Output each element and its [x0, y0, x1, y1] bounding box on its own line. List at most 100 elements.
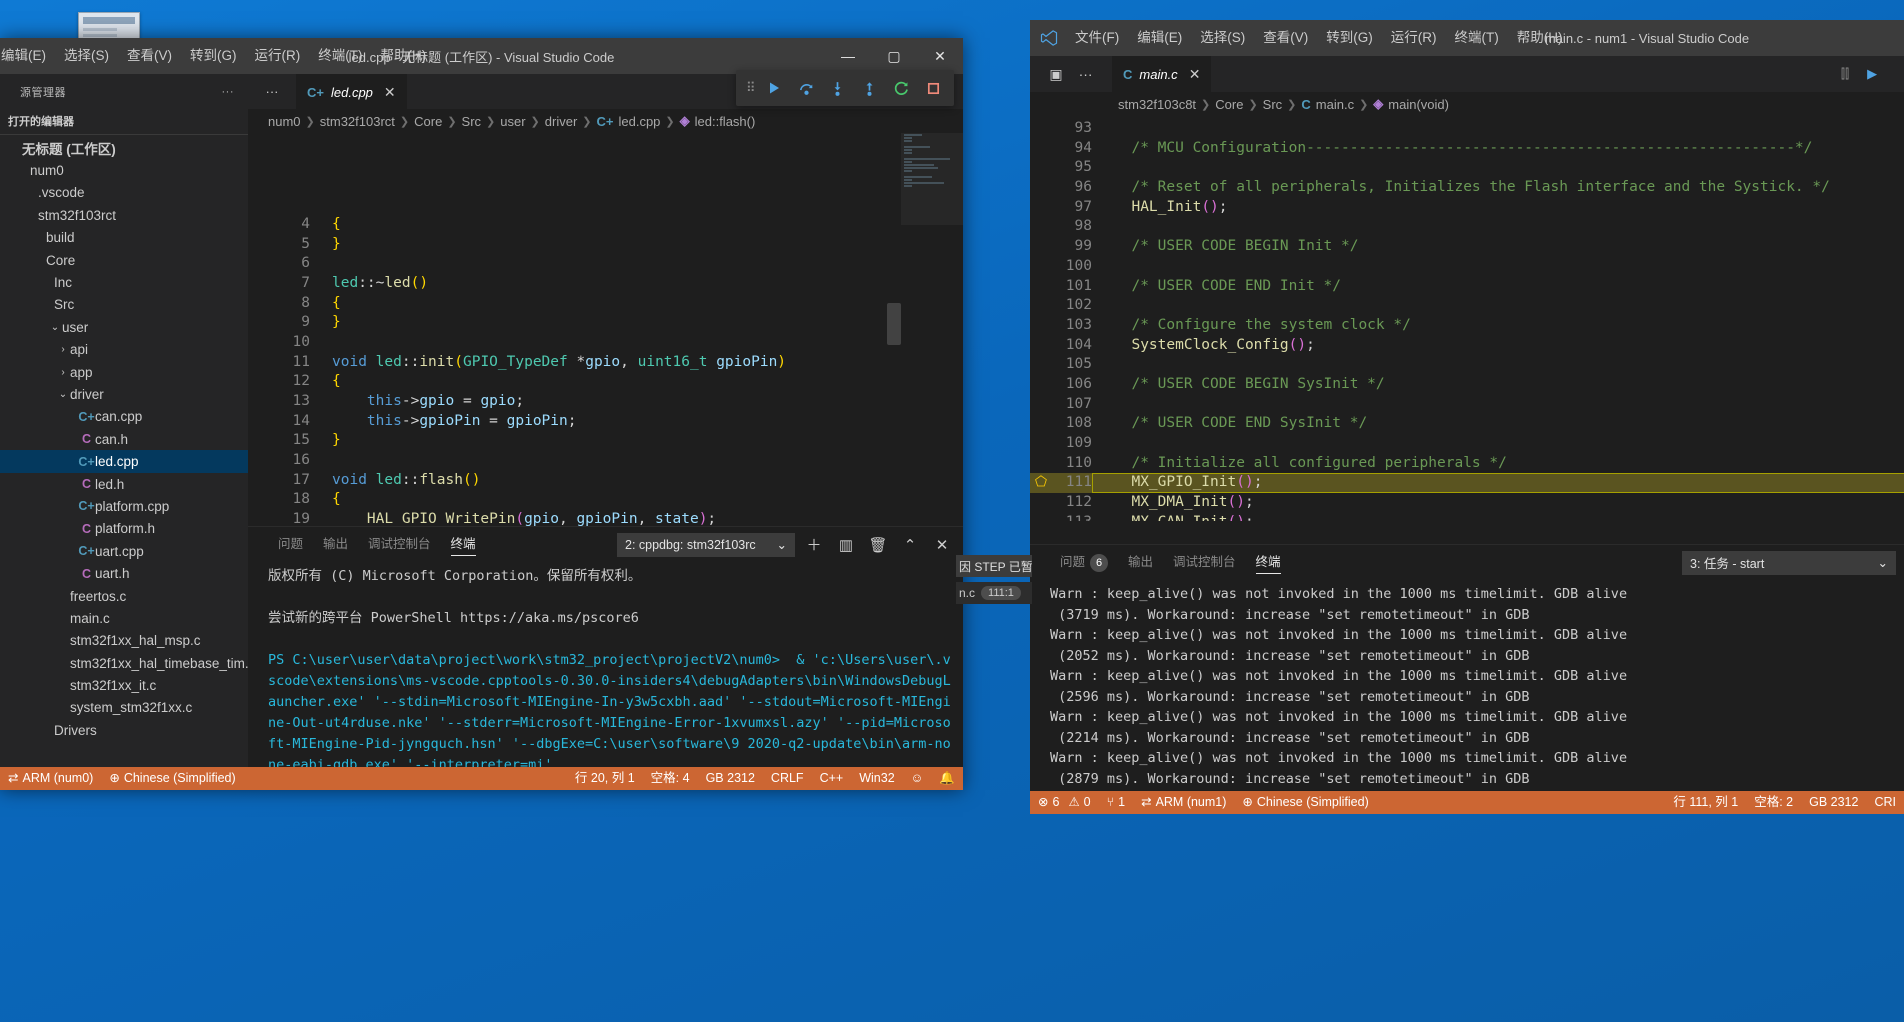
code-line[interactable]: 9} — [248, 313, 963, 333]
status-notifications[interactable]: 🔔 — [931, 767, 963, 790]
tree-item-core[interactable]: Core — [0, 249, 248, 271]
code-line[interactable]: 95 — [1030, 158, 1904, 178]
right-panel[interactable]: 问题 6 输出 调试控制台 终端 3: 任务 - start ⌄ Warn : k… — [1030, 544, 1904, 814]
status-ports[interactable]: ⑂ 1 — [1099, 791, 1133, 814]
split-terminal-button[interactable]: ▥ — [833, 532, 859, 558]
menu-run[interactable]: 运行(R) — [1382, 20, 1446, 56]
tree-item-led-h[interactable]: Cled.h — [0, 473, 248, 495]
panel-tab-debug-console[interactable]: 调试控制台 — [358, 527, 441, 562]
restart-button[interactable] — [887, 73, 917, 103]
right-breadcrumb[interactable]: stm32f103c8t ❯ Core ❯ Src ❯ C main.c ❯ ◈… — [1030, 92, 1904, 116]
minimize-button[interactable]: — — [825, 38, 871, 74]
code-line[interactable]: 109 — [1030, 434, 1904, 454]
menu-terminal[interactable]: 终端(T) — [309, 38, 371, 74]
more-actions-icon[interactable]: ··· — [1079, 66, 1093, 82]
code-line[interactable]: 7 led::~led() — [248, 274, 963, 294]
panel-tab-problems[interactable]: 问题 — [268, 527, 313, 562]
code-line[interactable]: 106 /* USER CODE BEGIN SysInit */ — [1030, 375, 1904, 395]
status-remote[interactable]: ⇄ ARM (num0) — [0, 767, 101, 790]
close-panel-button[interactable]: ✕ — [929, 532, 955, 558]
panel-tab-terminal[interactable]: 终端 — [1246, 545, 1291, 580]
code-line[interactable]: 10 — [248, 333, 963, 353]
code-line[interactable]: 101 /* USER CODE END Init */ — [1030, 277, 1904, 297]
right-terminal-output[interactable]: Warn : keep_alive() was not invoked in t… — [1030, 580, 1904, 814]
code-line[interactable]: 94 /* MCU Configuration-----------------… — [1030, 139, 1904, 159]
debug-toolbar[interactable]: ⠿ — [736, 70, 954, 106]
code-line[interactable]: ⬠ 111 MX_GPIO_Init(); — [1030, 473, 1904, 494]
left-status-bar[interactable]: ⇄ ARM (num0) ⊕ Chinese (Simplified) 行 20… — [0, 767, 963, 790]
tree-item-stm32f1xx-hal-timebase-tim-c[interactable]: stm32f1xx_hal_timebase_tim.c — [0, 652, 248, 674]
menu-terminal[interactable]: 终端(T) — [1446, 20, 1508, 56]
menu-select[interactable]: 选择(S) — [55, 38, 118, 74]
code-line[interactable]: 97 HAL_Init(); — [1030, 198, 1904, 218]
tree-item-drivers[interactable]: Drivers — [0, 719, 248, 741]
status-language-cn[interactable]: ⊕ Chinese (Simplified) — [101, 767, 243, 790]
code-line[interactable]: 12 { — [248, 372, 963, 392]
breadcrumb-seg-2[interactable]: Core — [414, 114, 442, 129]
right-status-bar[interactable]: ⊗ 6 ⚠ 0 ⑂ 1 ⇄ ARM (num1) ⊕ Chinese (Simp… — [1030, 791, 1904, 814]
left-terminal-output[interactable]: 版权所有 (C) Microsoft Corporation。保留所有权利。 尝… — [248, 562, 963, 790]
code-line[interactable]: 14 this->gpioPin = gpioPin; — [248, 412, 963, 432]
menu-goto[interactable]: 转到(G) — [1317, 20, 1382, 56]
continue-button[interactable] — [760, 73, 790, 103]
breadcrumb-seg-5[interactable]: driver — [545, 114, 578, 129]
vscode-window-left[interactable]: 编辑(E) 选择(S) 查看(V) 转到(G) 运行(R) 终端(T) 帮助(H… — [0, 38, 963, 790]
breadcrumb-seg-4[interactable]: user — [500, 114, 525, 129]
code-line[interactable]: 105 — [1030, 355, 1904, 375]
code-line[interactable]: 110 /* Initialize all configured periphe… — [1030, 454, 1904, 474]
code-line[interactable]: 13 this->gpio = gpio; — [248, 392, 963, 412]
panel-tab-debug-console[interactable]: 调试控制台 — [1163, 545, 1246, 580]
left-panel-actions[interactable]: 2: cppdbg: stm32f103rc ⌄ ＋ ▥ 🗑 ⌃ ✕ — [617, 527, 955, 562]
tree-item-api[interactable]: › api — [0, 339, 248, 361]
panel-tab-terminal[interactable]: 终端 — [441, 527, 486, 562]
tree-item-can-h[interactable]: Ccan.h — [0, 428, 248, 450]
code-line[interactable]: 96 /* Reset of all peripherals, Initiali… — [1030, 178, 1904, 198]
menu-edit[interactable]: 编辑(E) — [1128, 20, 1191, 56]
breakpoint-arrow-icon[interactable]: ⬠ — [1030, 473, 1052, 493]
breadcrumb-seg-6[interactable]: led.cpp — [618, 114, 660, 129]
tree-item--[interactable]: 无标题 (工作区) — [0, 137, 248, 159]
status-position[interactable]: 行 111, 列 1 — [1665, 791, 1746, 814]
run-icon[interactable]: ▶ — [1867, 66, 1877, 82]
minimap-slider[interactable] — [901, 133, 963, 225]
code-line[interactable]: 99 /* USER CODE BEGIN Init */ — [1030, 237, 1904, 257]
left-sidebar[interactable]: 源管理器 ··· 打开的编辑器 无标题 (工作区) num0 .vscode stm3… — [0, 74, 248, 767]
tree-item-platform-h[interactable]: Cplatform.h — [0, 518, 248, 540]
left-panel[interactable]: 问题 输出 调试控制台 终端 2: cppdbg: stm32f103rc ⌄ … — [248, 526, 963, 790]
code-line[interactable]: 102 — [1030, 296, 1904, 316]
chevron-down-icon[interactable]: ⌄ — [48, 322, 62, 333]
code-line[interactable]: 104 SystemClock_Config(); — [1030, 336, 1904, 356]
code-line[interactable]: 108 /* USER CODE END SysInit */ — [1030, 414, 1904, 434]
terminal-selector[interactable]: 3: 任务 - start ⌄ — [1682, 550, 1896, 575]
menu-file[interactable]: 文件(F) — [1066, 20, 1128, 56]
step-over-button[interactable] — [791, 73, 821, 103]
tree-item-stm32f1xx-it-c[interactable]: stm32f1xx_it.c — [0, 674, 248, 696]
left-panel-tabs[interactable]: 问题 输出 调试控制台 终端 2: cppdbg: stm32f103rc ⌄ … — [248, 527, 963, 562]
code-line[interactable]: 93 — [1030, 119, 1904, 139]
menu-view[interactable]: 查看(V) — [1254, 20, 1317, 56]
code-line[interactable]: 98 — [1030, 217, 1904, 237]
vscode-window-right[interactable]: 文件(F) 编辑(E) 选择(S) 查看(V) 转到(G) 运行(R) 终端(T… — [1030, 20, 1904, 814]
code-line[interactable]: 4{ — [248, 215, 963, 235]
tree-item-stm32f1xx-hal-msp-c[interactable]: stm32f1xx_hal_msp.c — [0, 630, 248, 652]
code-line[interactable]: 16 — [248, 451, 963, 471]
right-code-editor[interactable]: 93 94 /* MCU Configuration---------------… — [1030, 116, 1904, 521]
code-line[interactable]: 5} — [248, 235, 963, 255]
right-tabbar[interactable]: ▣ ··· C main.c ✕ ⫿⫿ ▶ — [1030, 56, 1904, 92]
close-icon[interactable]: ✕ — [384, 84, 396, 101]
right-panel-actions[interactable]: 3: 任务 - start ⌄ — [1682, 545, 1896, 580]
file-explorer-tree[interactable]: 无标题 (工作区) num0 .vscode stm32f103rct build Cor… — [0, 137, 248, 742]
code-line[interactable]: 15} — [248, 431, 963, 451]
breadcrumb-seg-1[interactable]: stm32f103rct — [320, 114, 395, 129]
tree-item-src[interactable]: Src — [0, 294, 248, 316]
chevron-right-icon[interactable]: › — [56, 344, 70, 355]
breadcrumb-seg-7[interactable]: led::flash() — [695, 114, 756, 129]
drag-handle[interactable]: ⠿ — [742, 80, 758, 96]
status-position[interactable]: 行 20, 列 1 — [567, 767, 643, 790]
status-eol[interactable]: CRLF — [763, 767, 812, 790]
status-encoding[interactable]: GB 2312 — [698, 767, 763, 790]
split-editor-icon[interactable]: ▣ — [1049, 66, 1062, 83]
code-line[interactable]: 6 — [248, 254, 963, 274]
tree-item-uart-cpp[interactable]: C+ uart.cpp — [0, 540, 248, 562]
breadcrumb-seg-3[interactable]: Src — [462, 114, 482, 129]
